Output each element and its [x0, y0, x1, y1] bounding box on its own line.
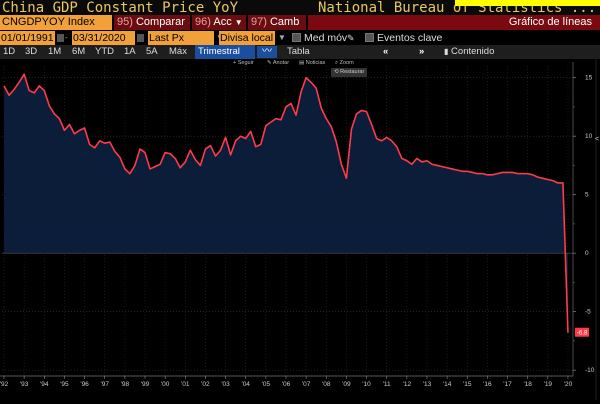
y-tick-label: 15 — [585, 75, 593, 82]
x-tick-label: '06 — [282, 381, 291, 388]
x-tick-label: '17 — [503, 381, 512, 388]
news-label: Noticias — [305, 60, 326, 66]
actions-button[interactable]: 96) Acc ▼ — [192, 15, 246, 30]
x-tick-label: '11 — [383, 381, 391, 388]
x-tick-label: '99 — [141, 381, 150, 388]
collapse-left-icon[interactable]: « — [383, 45, 388, 59]
range-1a[interactable]: 1A — [124, 45, 136, 59]
calendar-icon[interactable] — [57, 34, 64, 42]
ticker-field[interactable]: CNGDPYOY Index — [0, 15, 112, 30]
x-tick-label: '10 — [362, 381, 371, 388]
x-tick-label: '98 — [121, 381, 130, 388]
follow-tool[interactable]: + Seguir — [233, 60, 254, 66]
x-tick-label: '04 — [241, 381, 250, 388]
line-chart-icon[interactable]: 〰 — [257, 46, 277, 58]
field-select[interactable]: Last Px — [148, 31, 214, 45]
compare-label: Comparar — [135, 16, 185, 28]
y-tick-label: -10 — [585, 367, 595, 374]
moving-average-label: Med móv — [304, 32, 348, 44]
x-tick-label: '02 — [201, 381, 210, 388]
x-tick-label: '14 — [443, 381, 452, 388]
actions-number: 96) — [195, 16, 211, 28]
compare-number: 95) — [117, 16, 133, 28]
y-tick-label: 0 — [585, 250, 589, 257]
table-button[interactable]: Tabla — [287, 45, 310, 59]
x-tick-label: '97 — [100, 381, 109, 388]
chevron-down-icon[interactable]: ▼ — [278, 33, 286, 42]
x-tick-label: '16 — [483, 381, 492, 388]
x-tick-label: '12 — [403, 381, 412, 388]
y-tick-label: 10 — [585, 133, 593, 140]
range-3d[interactable]: 3D — [25, 45, 37, 59]
x-tick-label: '20 — [564, 381, 573, 388]
x-tick-label: '13 — [423, 381, 432, 388]
edit-number: 97) — [251, 16, 267, 28]
x-tick-label: '92 — [0, 381, 9, 388]
x-tick-label: '01 — [181, 381, 190, 388]
x-tick-label: '19 — [544, 381, 553, 388]
date-separator: - — [65, 33, 68, 42]
key-events-checkbox[interactable] — [365, 33, 374, 42]
edit-button[interactable]: 97) Camb — [248, 15, 306, 30]
content-label: Contenido — [451, 46, 495, 57]
x-tick-label: '08 — [322, 381, 331, 388]
y-tick-label: -5 — [585, 309, 591, 316]
moving-average-checkbox[interactable] — [292, 33, 301, 42]
range-1m[interactable]: 1M — [48, 45, 61, 59]
key-events-label: Eventos clave — [377, 32, 443, 44]
currency-select[interactable]: Divisa local — [219, 31, 275, 45]
restore-label: Restaurar — [340, 69, 365, 75]
range-ytd[interactable]: YTD — [95, 45, 114, 59]
x-tick-label: '96 — [80, 381, 89, 388]
x-tick-label: '94 — [40, 381, 49, 388]
calendar-icon[interactable] — [137, 34, 144, 42]
chart-area[interactable]: 15 10 5 0 -5 -10 -6.8 '92 '93 '94 '95 '96 '97 '98 '99 '… — [0, 59, 600, 400]
gdp-line-chart[interactable]: 15 10 5 0 -5 -10 -6.8 '92 '93 '94 '95 '96 '97 '98 '99 '… — [0, 59, 600, 400]
expand-right-icon[interactable]: » — [419, 45, 424, 59]
period-select[interactable]: Trimestral — [195, 45, 255, 59]
end-date-field[interactable]: 03/31/2020 — [72, 31, 135, 45]
scroll-marker: < — [595, 136, 599, 143]
range-5a[interactable]: 5A — [146, 45, 158, 59]
zoom-label: Zoom — [339, 60, 354, 66]
follow-label: Seguir — [237, 60, 254, 66]
last-value-label: -6.8 — [577, 331, 588, 337]
news-tool[interactable]: ▤ Noticias — [299, 60, 325, 66]
start-date-field[interactable]: 01/01/1991 — [0, 31, 55, 45]
x-tick-label: '03 — [221, 381, 230, 388]
yellow-status-bar — [455, 0, 600, 6]
range-max[interactable]: Máx — [169, 45, 187, 59]
zoom-tool[interactable]: ⌕ Zoom — [335, 60, 354, 67]
chart-type-label[interactable]: Gráfico de líneas — [308, 15, 600, 30]
period-label: Trimestral — [198, 46, 240, 57]
edit-label: Camb — [269, 16, 300, 28]
actions-label: Acc — [213, 16, 232, 28]
x-tick-label: '18 — [523, 381, 532, 388]
annotate-tool[interactable]: ✎ Anotar — [267, 60, 289, 66]
content-button[interactable]: ▮ Contenido — [444, 45, 494, 59]
content-icon: ▮ — [444, 47, 449, 56]
x-tick-label: '05 — [262, 381, 271, 388]
annotate-label: Anotar — [272, 60, 290, 66]
command-row: CNGDPYOY Index 95) Comparar 96) Acc ▼ 97… — [0, 15, 600, 30]
x-tick-label: '09 — [342, 381, 351, 388]
y-tick-label: 5 — [585, 192, 589, 199]
x-tick-label: '07 — [302, 381, 311, 388]
range-row: 1D 3D 1M 6M YTD 1A 5A Máx Trimestral 〰 T… — [0, 45, 600, 59]
chevron-down-icon: ▼ — [234, 18, 243, 27]
x-tick-label: '95 — [60, 381, 69, 388]
pencil-icon[interactable]: ✎ — [347, 31, 355, 45]
x-tick-label: '15 — [463, 381, 472, 388]
range-6m[interactable]: 6M — [72, 45, 85, 59]
range-1d[interactable]: 1D — [3, 45, 15, 59]
restore-button[interactable]: ⟲ Restaurar — [331, 68, 368, 77]
filter-row: 01/01/1991 - 03/31/2020 Last Px ▼ Divisa… — [0, 31, 600, 45]
security-title: China GDP Constant Price YoY — [2, 0, 239, 16]
x-tick-label: '93 — [20, 381, 29, 388]
compare-button[interactable]: 95) Comparar — [114, 15, 190, 30]
x-tick-label: '00 — [161, 381, 170, 388]
